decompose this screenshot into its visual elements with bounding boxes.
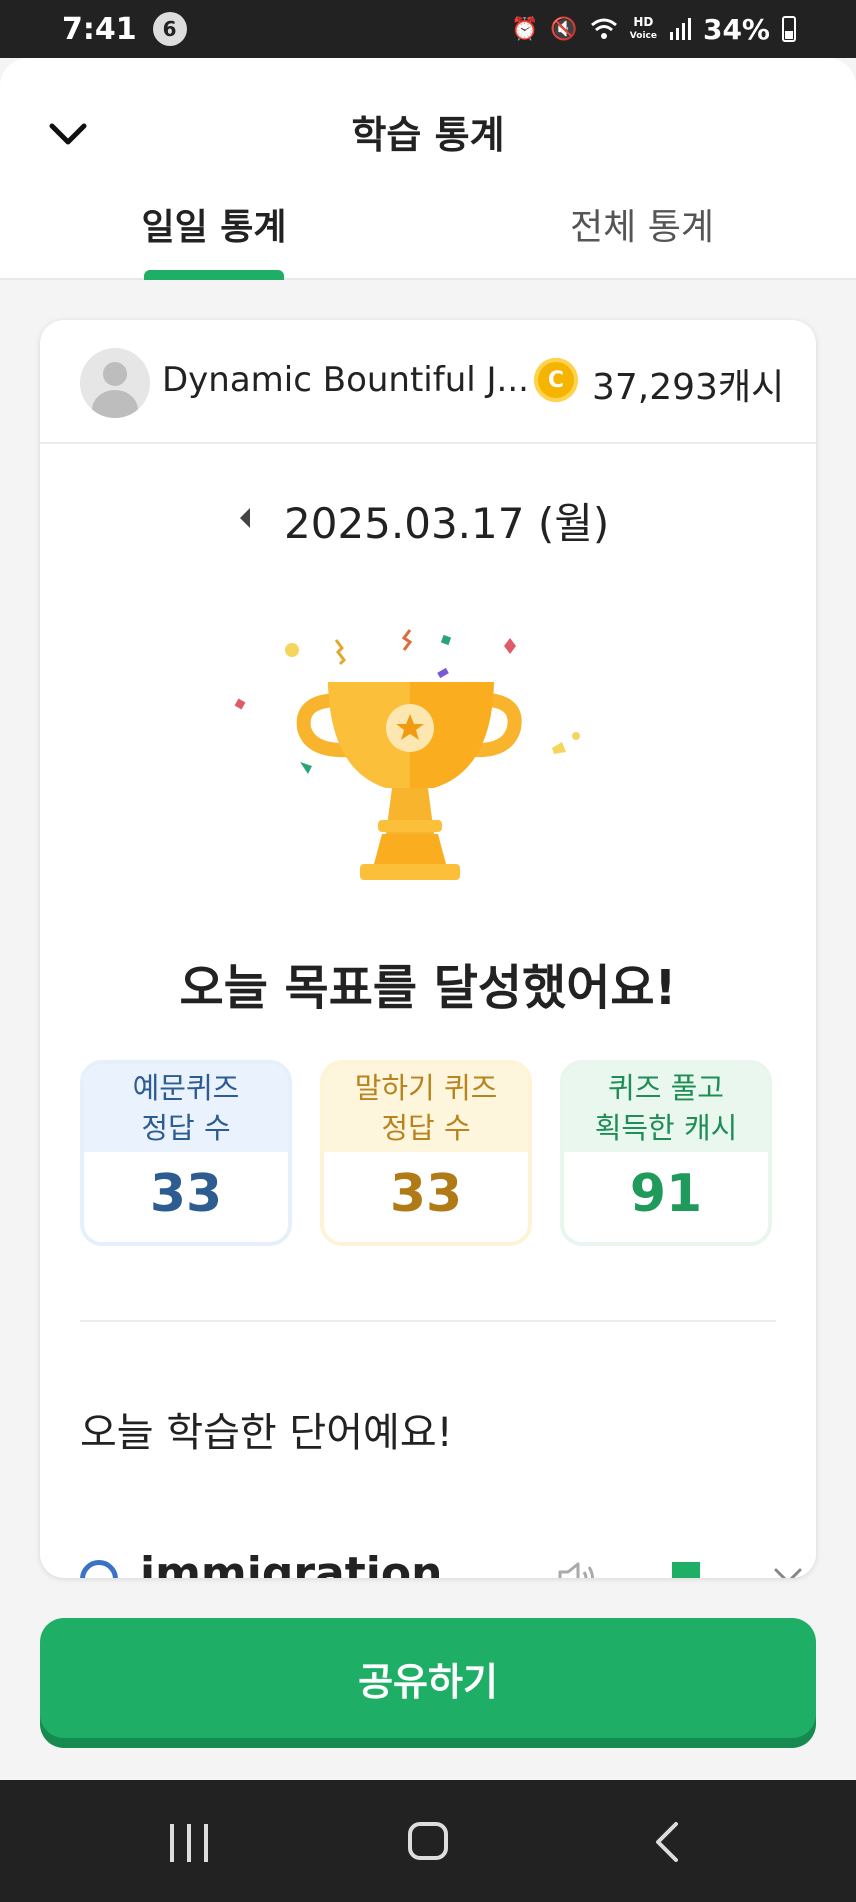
mute-icon: 🔇 (550, 16, 578, 42)
coin-icon: C (534, 358, 578, 402)
battery-percent: 34% (702, 12, 770, 46)
hd-label: HD (633, 15, 654, 29)
alarm-icon: ⏰ (510, 16, 539, 42)
tab-daily-stats[interactable]: 일일 통계 (64, 198, 364, 250)
stat-label-line2: 정답 수 (141, 1111, 231, 1145)
stat-value: 33 (324, 1152, 528, 1236)
word-text: immigration (140, 1548, 443, 1578)
goal-achieved-message: 오늘 목표를 달성했어요! (179, 960, 677, 1016)
words-section-title: 오늘 학습한 단어예요! (80, 1410, 453, 1456)
trophy-icon (234, 629, 580, 880)
status-time: 7:41 (62, 11, 137, 47)
stat-label-line1: 말하기 퀴즈 (354, 1071, 498, 1105)
header-sheet: 학습 통계 일일 통계 전체 통계 (0, 58, 856, 280)
previous-date-arrow-icon[interactable] (240, 508, 250, 528)
signal-icon (669, 18, 691, 40)
stat-label-line1: 퀴즈 풀고 (608, 1071, 724, 1105)
avatar (80, 348, 150, 418)
hd-voice-icon: HD Voice (630, 16, 657, 42)
date-label: 2025.03.17 (월) (284, 499, 610, 548)
stat-earned-cash: 퀴즈 풀고 획득한 캐시 91 (560, 1060, 772, 1246)
cash-amount: 37,293캐시 (592, 367, 785, 408)
home-icon[interactable] (408, 1822, 448, 1860)
stat-label-line2: 정답 수 (381, 1111, 471, 1145)
status-bar: 7:41 6 ⏰ 🔇 HD Voice 34% (0, 0, 856, 58)
stat-value: 33 (84, 1152, 288, 1236)
tab-total-stats[interactable]: 전체 통계 (492, 198, 792, 250)
wifi-icon (590, 18, 617, 39)
share-button[interactable]: 공유하기 (40, 1618, 816, 1738)
stat-example-quiz: 예문퀴즈 정답 수 33 (80, 1060, 292, 1246)
correct-circle-icon (80, 1560, 118, 1578)
bookmark-icon[interactable] (672, 1562, 700, 1578)
divider (80, 1320, 776, 1322)
word-list-item[interactable]: immigration (80, 1548, 802, 1578)
stat-label-line1: 예문퀴즈 (132, 1071, 240, 1105)
notification-count-badge: 6 (152, 12, 187, 46)
chevron-down-icon[interactable] (770, 1558, 806, 1578)
active-tab-indicator (144, 270, 284, 280)
user-name: Dynamic Bountiful J... (162, 360, 529, 400)
voice-label: Voice (629, 31, 657, 41)
stat-speaking-quiz: 말하기 퀴즈 정답 수 33 (320, 1060, 532, 1246)
stat-label-line2: 획득한 캐시 (594, 1111, 738, 1145)
back-icon[interactable] (654, 1820, 680, 1864)
daily-stats-card: Dynamic Bountiful J... C 37,293캐시 2025.0… (40, 320, 816, 1578)
user-row: Dynamic Bountiful J... C 37,293캐시 (40, 320, 816, 444)
stat-value: 91 (564, 1152, 768, 1236)
system-nav-bar (0, 1780, 856, 1902)
page-title: 학습 통계 (351, 113, 505, 157)
recent-apps-icon[interactable] (170, 1824, 210, 1862)
speaker-icon[interactable] (556, 1558, 600, 1578)
battery-icon (782, 16, 796, 42)
